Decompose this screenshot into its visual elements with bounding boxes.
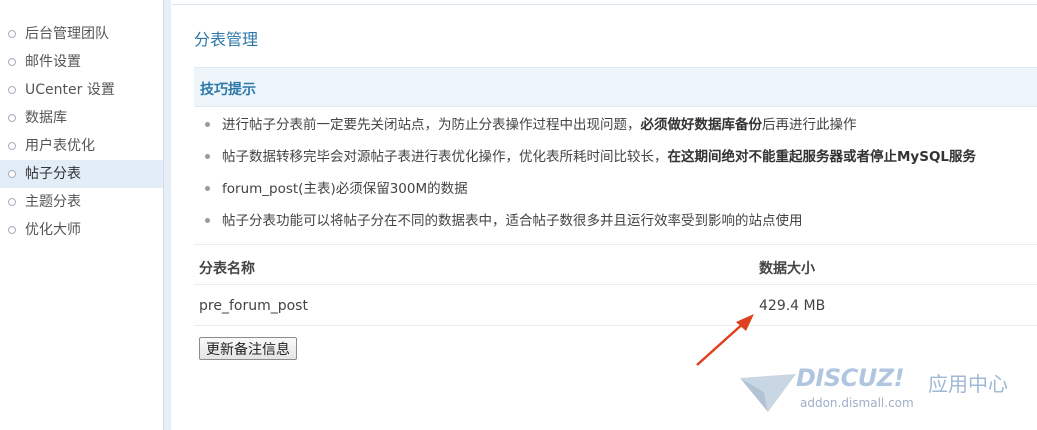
sidebar-item-post-split[interactable]: 帖子分表 [0,160,163,188]
sidebar-item-label: 后台管理团队 [25,26,109,42]
tip-bold-text: 在这期间绝对不能重起服务器或者停止MySQL服务 [667,149,977,165]
sidebar-item-label: UCenter 设置 [25,82,115,98]
sidebar-item-label: 主题分表 [25,194,81,210]
tip-text: 帖子分表功能可以将帖子分在不同的数据表中，适合帖子数很多并且运行效率受到影响的站… [222,213,803,229]
bullet-icon [205,122,210,127]
bullet-icon [8,30,16,38]
paper-plane-icon [740,374,796,412]
sidebar-item-thread-split[interactable]: 主题分表 [0,188,163,216]
top-border [172,0,1037,5]
bullet-icon [8,86,16,94]
sidebar-item-admin-team[interactable]: 后台管理团队 [0,20,163,48]
table-cell-name: pre_forum_post [199,298,308,314]
tip-item: 进行帖子分表前一定要先关闭站点，为防止分表操作过程中出现问题，必须做好数据库备份… [203,115,976,147]
sidebar-item-user-table-optimize[interactable]: 用户表优化 [0,132,163,160]
bullet-icon [205,218,210,223]
watermark-url: addon.dismall.com [800,396,914,410]
sidebar-item-label: 数据库 [25,110,67,126]
bullet-icon [8,114,16,122]
watermark-app-name: 应用中心 [928,372,1008,396]
table-divider [194,284,1037,285]
column-header-table-name: 分表名称 [199,261,255,277]
column-header-data-size: 数据大小 [759,261,815,277]
tips-title: 技巧提示 [200,82,256,98]
sidebar-item-ucenter-settings[interactable]: UCenter 设置 [0,76,163,104]
tips-header: 技巧提示 [194,67,1037,107]
update-notes-button[interactable]: 更新备注信息 [199,337,297,360]
tip-text: 后再进行此操作 [762,117,857,133]
sidebar-item-optimizer[interactable]: 优化大师 [0,216,163,244]
bullet-icon [8,142,16,150]
sidebar-item-label: 邮件设置 [25,54,81,70]
bullet-icon [8,198,16,206]
sidebar-divider [163,0,171,430]
bullet-icon [8,170,16,178]
sidebar-item-mail-settings[interactable]: 邮件设置 [0,48,163,76]
watermark-logo: DISCUZ! [796,364,905,392]
tip-item: 帖子分表功能可以将帖子分在不同的数据表中，适合帖子数很多并且运行效率受到影响的站… [203,211,976,243]
page-title: 分表管理 [194,30,259,49]
bullet-icon [8,226,16,234]
tip-text: 帖子数据转移完毕会对源帖子表进行表优化操作，优化表所耗时间比较长， [222,149,668,165]
tip-bold-text: 必须做好数据库备份 [640,117,763,133]
tip-text: 进行帖子分表前一定要先关闭站点，为防止分表操作过程中出现问题， [222,117,641,133]
sidebar-item-label: 帖子分表 [25,166,81,182]
sidebar: 后台管理团队 邮件设置 UCenter 设置 数据库 用户表优化 帖子分表 主题… [0,0,163,430]
tip-text: forum_post(主表)必须保留300M的数据 [222,181,468,197]
tip-item: forum_post(主表)必须保留300M的数据 [203,179,976,211]
bullet-icon [205,154,210,159]
sidebar-nav: 后台管理团队 邮件设置 UCenter 设置 数据库 用户表优化 帖子分表 主题… [0,0,163,244]
bullet-icon [8,58,16,66]
table-divider [194,325,1037,326]
table-divider [194,244,1037,245]
table-cell-size: 429.4 MB [759,298,826,314]
sidebar-item-label: 优化大师 [25,222,81,238]
tip-item: 帖子数据转移完毕会对源帖子表进行表优化操作，优化表所耗时间比较长，在这期间绝对不… [203,147,976,179]
bullet-icon [205,186,210,191]
tips-list: 进行帖子分表前一定要先关闭站点，为防止分表操作过程中出现问题，必须做好数据库备份… [203,115,976,243]
sidebar-item-database[interactable]: 数据库 [0,104,163,132]
sidebar-item-label: 用户表优化 [25,138,95,154]
watermark: DISCUZ! 应用中心 addon.dismall.com [738,362,1028,422]
